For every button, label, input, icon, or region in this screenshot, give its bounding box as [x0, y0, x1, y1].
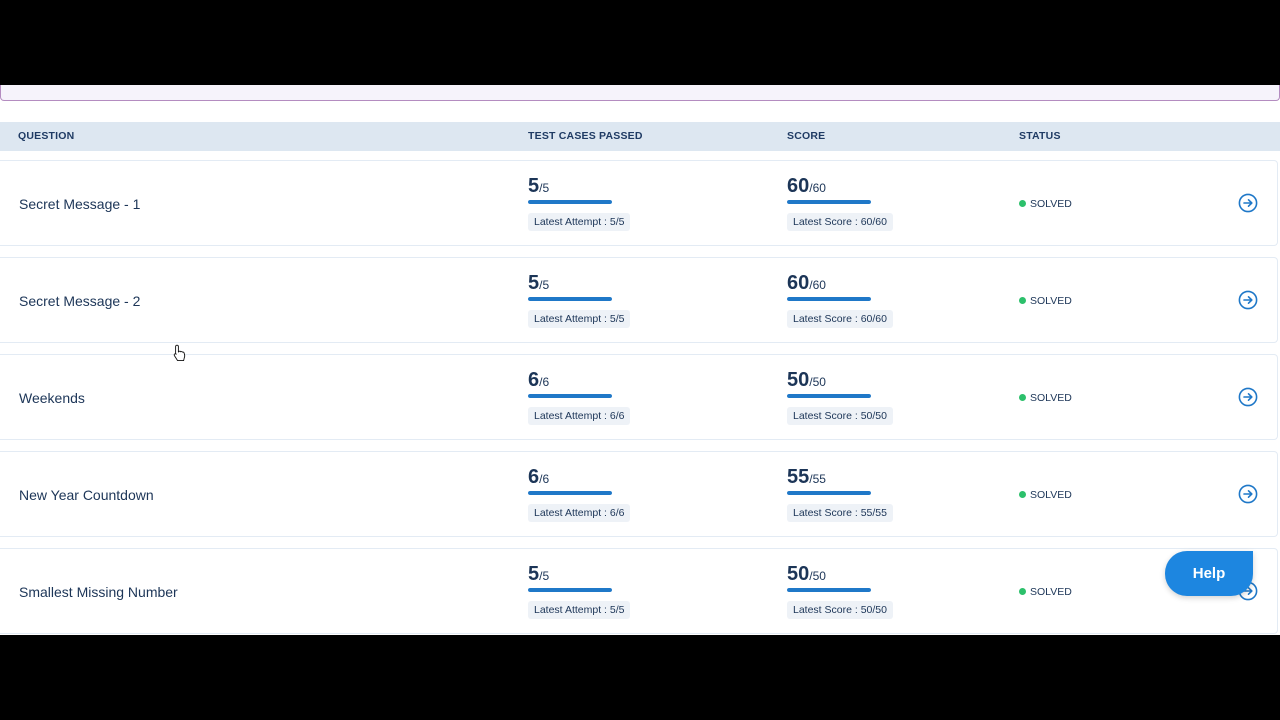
latest-score-chip: Latest Score : 60/60 [787, 310, 893, 328]
status-label: SOLVED [1030, 586, 1072, 598]
score-metric: 60/60 Latest Score : 60/60 [787, 272, 907, 328]
top-panel [0, 85, 1280, 101]
status-dot-icon [1019, 393, 1026, 401]
status-label: SOLVED [1030, 295, 1072, 307]
help-button[interactable]: Help [1165, 551, 1253, 596]
latest-attempt-chip: Latest Attempt : 5/5 [528, 213, 631, 231]
tests-total-value: /6 [539, 472, 550, 486]
latest-attempt-chip: Latest Attempt : 6/6 [528, 407, 631, 425]
tests-total-value: /5 [539, 569, 550, 583]
arrow-circle-right-icon[interactable] [1238, 193, 1258, 213]
latest-attempt-chip: Latest Attempt : 5/5 [528, 601, 631, 619]
table-row[interactable]: Smallest Missing Number 5/5 Latest Attem… [0, 548, 1278, 634]
table-row[interactable]: Secret Message - 2 5/5 Latest Attempt : … [0, 257, 1278, 343]
question-name[interactable]: Weekends [19, 355, 85, 441]
question-name[interactable]: Secret Message - 2 [19, 258, 140, 344]
header-question: QUESTION [18, 130, 75, 142]
score-progress-bar [787, 394, 871, 398]
status-badge: SOLVED [1019, 355, 1072, 441]
test-cases-metric: 6/6 Latest Attempt : 6/6 [528, 466, 648, 522]
tests-passed-value: 6 [528, 369, 540, 391]
score-value: 55 [787, 466, 810, 488]
score-value: 50 [787, 369, 810, 391]
table-header: QUESTION TEST CASES PASSED SCORE STATUS [0, 122, 1280, 151]
status-dot-icon [1019, 490, 1026, 498]
results-panel: QUESTION TEST CASES PASSED SCORE STATUS … [0, 85, 1280, 635]
test-cases-metric: 5/5 Latest Attempt : 5/5 [528, 563, 648, 619]
score-total-value: /55 [809, 472, 826, 486]
header-status: STATUS [1019, 130, 1061, 142]
score-total-value: /50 [809, 569, 826, 583]
score-value: 50 [787, 563, 810, 585]
table-row[interactable]: Weekends 6/6 Latest Attempt : 6/6 50/50 … [0, 354, 1278, 440]
arrow-circle-right-icon[interactable] [1238, 387, 1258, 407]
latest-score-chip: Latest Score : 50/50 [787, 601, 893, 619]
score-metric: 50/50 Latest Score : 50/50 [787, 563, 907, 619]
status-badge: SOLVED [1019, 161, 1072, 247]
latest-score-chip: Latest Score : 55/55 [787, 504, 893, 522]
tests-progress-bar [528, 297, 612, 301]
score-metric: 60/60 Latest Score : 60/60 [787, 175, 907, 231]
score-total-value: /50 [809, 375, 826, 389]
score-total-value: /60 [809, 181, 826, 195]
status-label: SOLVED [1030, 489, 1072, 501]
score-value: 60 [787, 272, 810, 294]
table-row[interactable]: Secret Message - 1 5/5 Latest Attempt : … [0, 160, 1278, 246]
status-badge: SOLVED [1019, 452, 1072, 538]
status-dot-icon [1019, 587, 1026, 595]
tests-progress-bar [528, 491, 612, 495]
header-score: SCORE [787, 130, 826, 142]
latest-score-chip: Latest Score : 50/50 [787, 407, 893, 425]
question-name[interactable]: Smallest Missing Number [19, 549, 178, 635]
score-progress-bar [787, 588, 871, 592]
status-label: SOLVED [1030, 392, 1072, 404]
header-test-cases-passed: TEST CASES PASSED [528, 130, 643, 142]
table-row[interactable]: New Year Countdown 6/6 Latest Attempt : … [0, 451, 1278, 537]
test-cases-metric: 6/6 Latest Attempt : 6/6 [528, 369, 648, 425]
latest-attempt-chip: Latest Attempt : 6/6 [528, 504, 631, 522]
score-metric: 50/50 Latest Score : 50/50 [787, 369, 907, 425]
tests-total-value: /5 [539, 181, 550, 195]
tests-passed-value: 6 [528, 466, 540, 488]
status-badge: SOLVED [1019, 258, 1072, 344]
score-progress-bar [787, 200, 871, 204]
question-name[interactable]: New Year Countdown [19, 452, 154, 538]
status-dot-icon [1019, 296, 1026, 304]
test-cases-metric: 5/5 Latest Attempt : 5/5 [528, 272, 648, 328]
tests-progress-bar [528, 588, 612, 592]
score-total-value: /60 [809, 278, 826, 292]
score-value: 60 [787, 175, 810, 197]
tests-total-value: /5 [539, 278, 550, 292]
arrow-circle-right-icon[interactable] [1238, 290, 1258, 310]
status-dot-icon [1019, 199, 1026, 207]
latest-attempt-chip: Latest Attempt : 5/5 [528, 310, 631, 328]
tests-progress-bar [528, 200, 612, 204]
tests-total-value: /6 [539, 375, 550, 389]
test-cases-metric: 5/5 Latest Attempt : 5/5 [528, 175, 648, 231]
score-progress-bar [787, 491, 871, 495]
hand-pointer-icon [173, 344, 186, 362]
tests-passed-value: 5 [528, 272, 540, 294]
status-badge: SOLVED [1019, 549, 1072, 635]
score-progress-bar [787, 297, 871, 301]
question-name[interactable]: Secret Message - 1 [19, 161, 140, 247]
arrow-circle-right-icon[interactable] [1238, 484, 1258, 504]
tests-passed-value: 5 [528, 175, 540, 197]
status-label: SOLVED [1030, 198, 1072, 210]
latest-score-chip: Latest Score : 60/60 [787, 213, 893, 231]
score-metric: 55/55 Latest Score : 55/55 [787, 466, 907, 522]
tests-progress-bar [528, 394, 612, 398]
tests-passed-value: 5 [528, 563, 540, 585]
